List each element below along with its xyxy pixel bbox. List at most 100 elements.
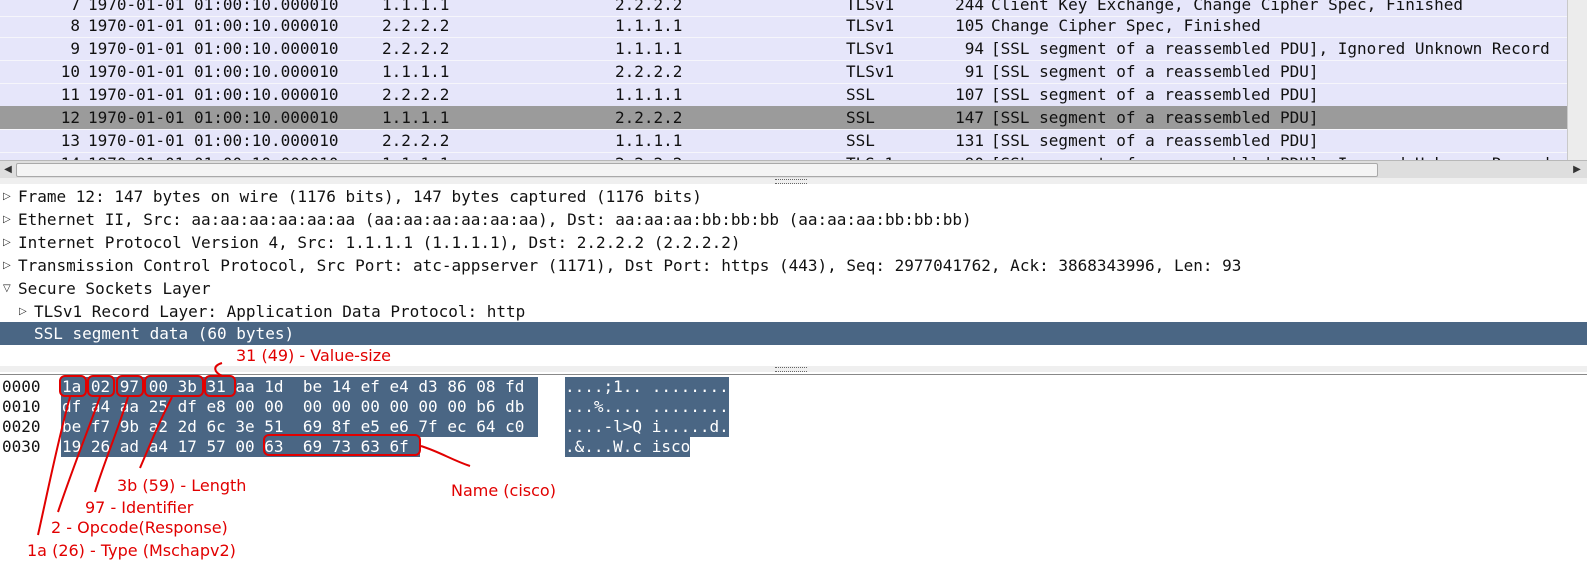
packet-source: 2.2.2.2 (382, 85, 450, 104)
expand-arrow-icon[interactable]: ▷ (3, 185, 15, 208)
packet-length: 105 (955, 16, 984, 35)
packet-number: 8 (70, 16, 80, 35)
packet-destination: 2.2.2.2 (615, 152, 682, 160)
expand-arrow-icon[interactable]: ▷ (3, 231, 15, 254)
hex-ascii[interactable]: ....;1.. ........ (565, 377, 729, 397)
identifier-annotation: 97 - Identifier (85, 498, 194, 517)
packet-number: 14 (0, 152, 80, 160)
packet-destination: 1.1.1.1 (615, 16, 683, 35)
type-byte-highlight (59, 375, 87, 397)
packet-length: 147 (955, 108, 984, 127)
packet-destination: 2.2.2.2 (615, 108, 683, 127)
expand-arrow-icon[interactable]: ▷ (3, 254, 15, 277)
packet-length: 131 (955, 131, 984, 150)
hex-dump-pane[interactable]: 0000 1a 02 97 00 3b 31 aa 1d be 14 ef e4… (0, 374, 1587, 570)
packet-protocol: TLSv1 (846, 152, 894, 160)
tree-row-tls-record[interactable]: ▷ TLSv1 Record Layer: Application Data P… (0, 300, 1587, 323)
packet-source: 1.1.1.1 (382, 152, 449, 160)
packet-info: [SSL segment of a reassembled PDU] (991, 108, 1319, 127)
packet-list-horizontal-scrollbar[interactable]: ◀ ▶ (0, 160, 1587, 180)
hex-bytes[interactable]: df a4 aa 25 df e8 00 00 00 00 00 00 00 0… (61, 397, 538, 417)
packet-details-tree[interactable]: ▷ Frame 12: 147 bytes on wire (1176 bits… (0, 184, 1587, 364)
expand-arrow-icon[interactable]: ▷ (19, 300, 31, 323)
packet-source: 2.2.2.2 (382, 16, 450, 35)
packet-row[interactable]: 8 1970-01-01 01:00:10.000010 2.2.2.2 1.1… (0, 14, 1567, 38)
tree-row-label: Transmission Control Protocol, Src Port:… (18, 256, 1242, 275)
hex-ascii[interactable]: ....-l>Q i.....d. (565, 417, 729, 437)
tree-row-label: Internet Protocol Version 4, Src: 1.1.1.… (18, 233, 741, 252)
tree-row-ipv4[interactable]: ▷ Internet Protocol Version 4, Src: 1.1.… (0, 231, 1587, 254)
packet-row[interactable]: 10 1970-01-01 01:00:10.000010 1.1.1.1 2.… (0, 60, 1567, 84)
packet-destination: 1.1.1.1 (615, 85, 683, 104)
packet-destination: 2.2.2.2 (615, 62, 683, 81)
name-annotation: Name (cisco) (451, 481, 556, 500)
value-size-annotation: 31 (49) - Value-size (236, 346, 391, 365)
hex-offset: 0020 (2, 417, 41, 436)
length-annotation: 3b (59) - Length (117, 476, 247, 495)
tree-row-label: SSL segment data (60 bytes) (34, 324, 295, 343)
packet-info: [SSL segment of a reassembled PDU] (991, 85, 1319, 104)
tree-row-ethernet[interactable]: ▷ Ethernet II, Src: aa:aa:aa:aa:aa:aa (a… (0, 208, 1587, 231)
packet-info: Change Cipher Spec, Finished (991, 16, 1261, 35)
packet-source: 1.1.1.1 (382, 108, 450, 127)
tree-row-label: Frame 12: 147 bytes on wire (1176 bits),… (18, 187, 702, 206)
length-bytes-highlight (144, 375, 204, 397)
packet-length: 91 (964, 62, 984, 81)
collapse-arrow-icon[interactable]: ▽ (3, 277, 15, 300)
scroll-right-arrow-icon[interactable]: ▶ (1570, 163, 1584, 177)
packet-destination: 1.1.1.1 (615, 131, 683, 150)
tree-row-label: TLSv1 Record Layer: Application Data Pro… (34, 302, 526, 321)
tree-row-ssl[interactable]: ▽ Secure Sockets Layer (0, 277, 1587, 300)
scrollbar-thumb[interactable] (16, 163, 1378, 177)
packet-time: 1970-01-01 01:00:10.000010 (88, 152, 338, 160)
packet-info: [SSL segment of a reassembled PDU] (991, 131, 1319, 150)
splitter-grip[interactable] (775, 367, 807, 372)
tree-row-tcp[interactable]: ▷ Transmission Control Protocol, Src Por… (0, 254, 1587, 277)
packet-row[interactable]: 11 1970-01-01 01:00:10.000010 2.2.2.2 1.… (0, 83, 1567, 107)
packet-time: 1970-01-01 01:00:10.000010 (88, 131, 339, 150)
packet-protocol: TLSv1 (846, 16, 895, 35)
tree-row-ssl-segment-data[interactable]: SSL segment data (60 bytes) (0, 322, 1587, 345)
packet-row[interactable]: 9 1970-01-01 01:00:10.000010 2.2.2.2 1.1… (0, 37, 1567, 61)
packet-number: 13 (60, 131, 80, 150)
packet-list[interactable]: 7 1970-01-01 01:00:10.000010 1.1.1.1 2.2… (0, 0, 1567, 160)
packet-protocol: SSL (846, 108, 875, 127)
packet-protocol: SSL (846, 85, 875, 104)
packet-list-vertical-scrollbar[interactable] (1567, 0, 1587, 160)
scroll-left-arrow-icon[interactable]: ◀ (1, 163, 15, 177)
identifier-byte-highlight (116, 375, 144, 397)
packet-protocol: SSL (846, 131, 875, 150)
tree-row-label: Secure Sockets Layer (18, 279, 211, 298)
packet-number: 12 (60, 108, 80, 127)
packet-length: 90 (940, 152, 984, 160)
pane-splitter[interactable] (0, 366, 1587, 372)
opcode-annotation: 2 - Opcode(Response) (51, 518, 228, 537)
packet-protocol: TLSv1 (846, 62, 895, 81)
packet-length: 94 (964, 39, 984, 58)
expand-arrow-icon[interactable]: ▷ (3, 208, 15, 231)
packet-source: 2.2.2.2 (382, 131, 450, 150)
packet-number: 10 (60, 62, 80, 81)
hex-offset: 0030 (2, 437, 41, 456)
packet-row[interactable]: 13 1970-01-01 01:00:10.000010 2.2.2.2 1.… (0, 129, 1567, 153)
hex-ascii[interactable]: ...%.... ........ (565, 397, 729, 417)
packet-protocol: TLSv1 (846, 39, 895, 58)
packet-row-selected[interactable]: 12 1970-01-01 01:00:10.000010 1.1.1.1 2.… (0, 106, 1567, 130)
packet-destination: 1.1.1.1 (615, 39, 683, 58)
hex-ascii[interactable]: .&...W.c isco (565, 437, 691, 457)
tree-row-frame[interactable]: ▷ Frame 12: 147 bytes on wire (1176 bits… (0, 185, 1587, 208)
packet-number: 11 (60, 85, 80, 104)
packet-number: 9 (70, 39, 80, 58)
hex-offset: 0000 (2, 377, 41, 396)
packet-row[interactable]: 14 1970-01-01 01:00:10.000010 1.1.1.1 2.… (0, 152, 1567, 160)
value-size-byte-highlight (204, 375, 236, 397)
packet-time: 1970-01-01 01:00:10.000010 (88, 62, 339, 81)
packet-length: 107 (955, 85, 984, 104)
packet-time: 1970-01-01 01:00:10.000010 (88, 16, 339, 35)
packet-info: [SSL segment of a reassembled PDU], Igno… (991, 39, 1550, 58)
packet-time: 1970-01-01 01:00:10.000010 (88, 108, 339, 127)
opcode-byte-highlight (87, 375, 115, 397)
hex-offset: 0010 (2, 397, 41, 416)
packet-info: [SSL segment of a reassembled PDU], Igno… (991, 152, 1550, 160)
packet-info: [SSL segment of a reassembled PDU] (991, 62, 1319, 81)
